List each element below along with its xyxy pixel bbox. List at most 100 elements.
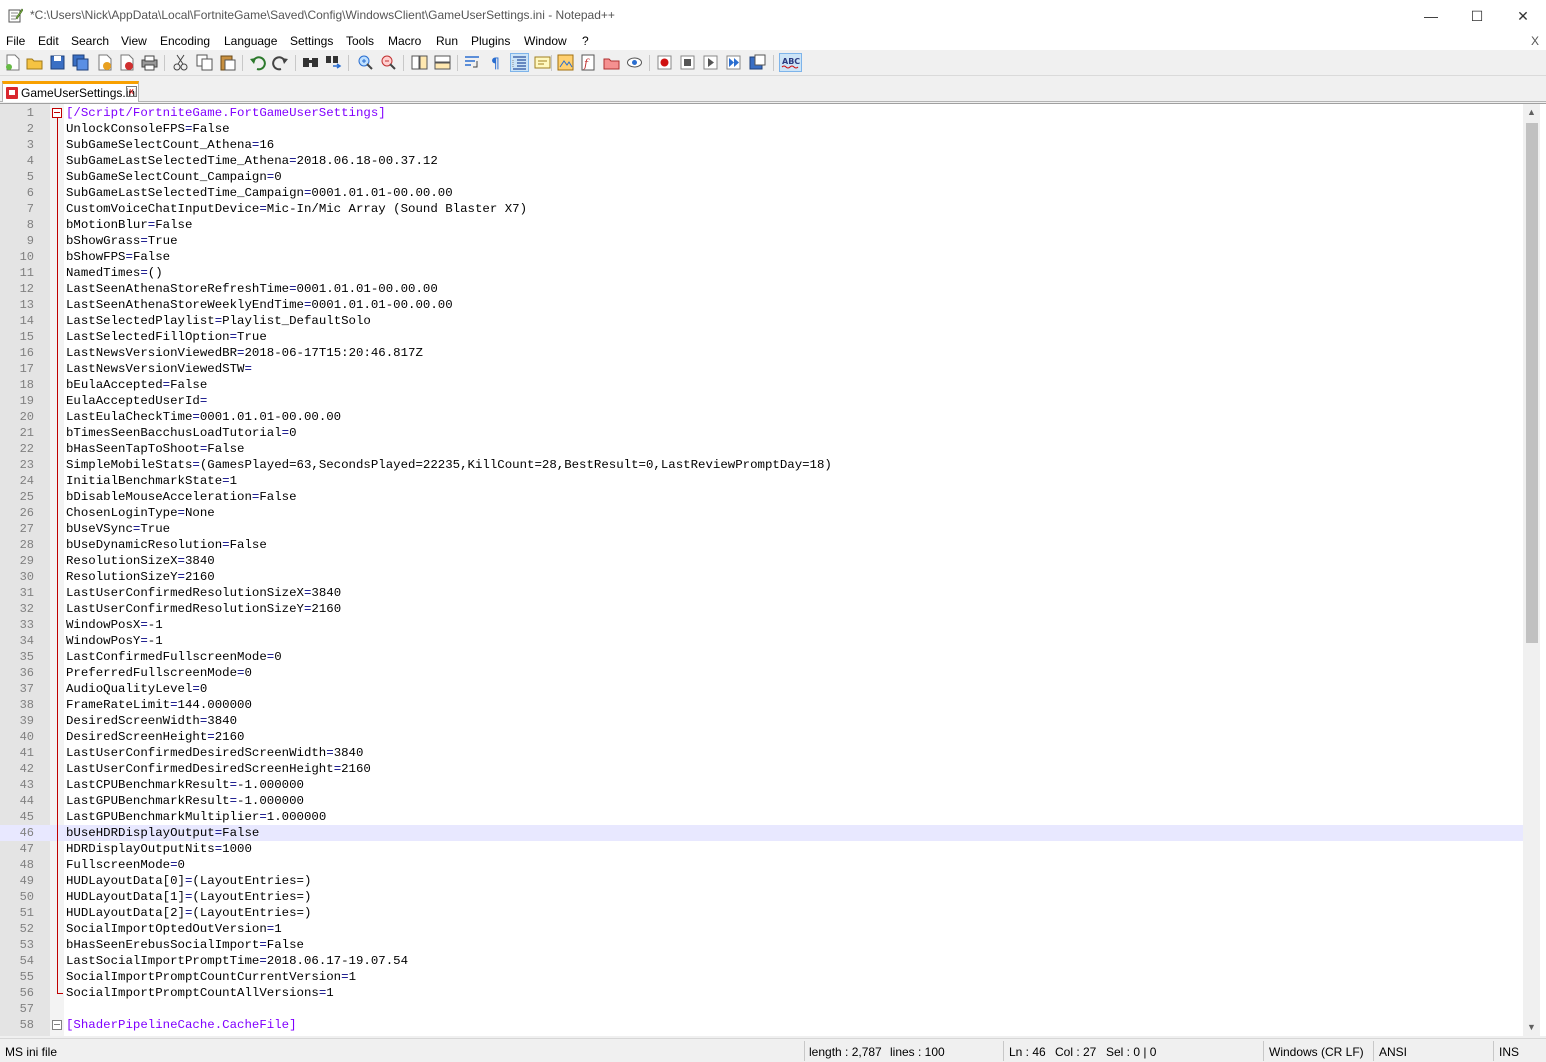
menu-run[interactable]: Run (436, 34, 458, 48)
code-line[interactable]: 33 WindowPosX=-1 (0, 617, 1524, 633)
code-line[interactable]: 27 bUseVSync=True (0, 521, 1524, 537)
code-line[interactable]: 48 FullscreenMode=0 (0, 857, 1524, 873)
copy-icon[interactable] (196, 54, 213, 71)
code-line[interactable]: 49 HUDLayoutData[0]=(LayoutEntries=) (0, 873, 1524, 889)
close-document-button[interactable]: X (1531, 34, 1539, 48)
code-line[interactable]: 1 [/Script/FortniteGame.FortGameUserSetti… (0, 105, 1524, 121)
code-line[interactable]: 10 bShowFPS=False (0, 249, 1524, 265)
code-line[interactable]: 20 LastEulaCheckTime=0001.01.01-00.00.00 (0, 409, 1524, 425)
code-line[interactable]: 44 LastGPUBenchmarkResult=-1.000000 (0, 793, 1524, 809)
close-window-button[interactable]: ✕ (1500, 0, 1546, 32)
editor-area[interactable]: 1 [/Script/FortniteGame.FortGameUserSetti… (0, 103, 1546, 1036)
code-line[interactable]: 55 SocialImportPromptCountCurrentVersion=… (0, 969, 1524, 985)
code-line[interactable]: 9 bShowGrass=True (0, 233, 1524, 249)
code-line[interactable]: 22 bHasSeenTapToShoot=False (0, 441, 1524, 457)
sync-vertical-icon[interactable] (411, 54, 428, 71)
menu-edit[interactable]: Edit (38, 34, 59, 48)
print-icon[interactable] (141, 54, 158, 71)
status-encoding[interactable]: ANSI (1379, 1045, 1407, 1059)
code-line[interactable]: 18 bEulaAccepted=False (0, 377, 1524, 393)
code-line[interactable]: 45 LastGPUBenchmarkMultiplier=1.000000 (0, 809, 1524, 825)
code-line[interactable]: 43 LastCPUBenchmarkResult=-1.000000 (0, 777, 1524, 793)
code-line[interactable]: 6 SubGameLastSelectedTime_Campaign=0001.0… (0, 185, 1524, 201)
user-language-icon[interactable] (534, 54, 551, 71)
code-line[interactable]: 3 SubGameSelectCount_Athena=16 (0, 137, 1524, 153)
code-line[interactable]: 16 LastNewsVersionViewedBR=2018-06-17T15:… (0, 345, 1524, 361)
menu-view[interactable]: View (121, 34, 147, 48)
vertical-scrollbar[interactable]: ▲ ▼ (1523, 104, 1540, 1036)
folder-workspace-icon[interactable] (603, 54, 620, 71)
code-line[interactable]: 32 LastUserConfirmedResolutionSizeY=2160 (0, 601, 1524, 617)
new-file-icon[interactable] (4, 54, 21, 71)
scroll-down-icon[interactable]: ▼ (1523, 1019, 1540, 1036)
tab-close-icon[interactable]: x (126, 86, 137, 97)
record-macro-icon[interactable] (656, 54, 673, 71)
code-line[interactable]: 21 bTimesSeenBacchusLoadTutorial=0 (0, 425, 1524, 441)
code-line[interactable]: 58 [ShaderPipelineCache.CacheFile] (0, 1017, 1524, 1033)
menu-tools[interactable]: Tools (346, 34, 374, 48)
save-icon[interactable] (49, 54, 66, 71)
code-line[interactable]: 35 LastConfirmedFullscreenMode=0 (0, 649, 1524, 665)
scrollbar-thumb[interactable] (1526, 123, 1538, 643)
menu-language[interactable]: Language (224, 34, 277, 48)
fold-toggle-icon[interactable] (52, 1020, 62, 1030)
menu-plugins[interactable]: Plugins (471, 34, 510, 48)
run-macro-multiple-icon[interactable] (725, 54, 742, 71)
code-line[interactable]: 54 LastSocialImportPromptTime=2018.06.17-… (0, 953, 1524, 969)
maximize-button[interactable]: ☐ (1454, 0, 1500, 32)
code-line[interactable]: 56 SocialImportPromptCountAllVersions=1 (0, 985, 1524, 1001)
code-line[interactable]: 7 CustomVoiceChatInputDevice=Mic-In/Mic A… (0, 201, 1524, 217)
redo-icon[interactable] (272, 54, 289, 71)
save-all-icon[interactable] (72, 54, 89, 71)
cut-icon[interactable] (172, 54, 189, 71)
zoom-in-icon[interactable] (357, 54, 374, 71)
word-wrap-icon[interactable] (464, 54, 481, 71)
code-line[interactable]: 34 WindowPosY=-1 (0, 633, 1524, 649)
spell-check-icon[interactable]: ABC (779, 53, 802, 72)
undo-icon[interactable] (249, 54, 266, 71)
minimize-button[interactable]: — (1408, 0, 1454, 32)
menu-macro[interactable]: Macro (388, 34, 421, 48)
code-line[interactable]: 17 LastNewsVersionViewedSTW= (0, 361, 1524, 377)
doc-map-icon[interactable] (557, 54, 574, 71)
code-line[interactable]: 36 PreferredFullscreenMode=0 (0, 665, 1524, 681)
find-icon[interactable] (302, 54, 319, 71)
play-macro-icon[interactable] (702, 54, 719, 71)
zoom-out-icon[interactable] (380, 54, 397, 71)
code-line[interactable]: 30 ResolutionSizeY=2160 (0, 569, 1524, 585)
code-line[interactable]: 51 HUDLayoutData[2]=(LayoutEntries=) (0, 905, 1524, 921)
menu-file[interactable]: File (6, 34, 25, 48)
code-line[interactable]: 57 (0, 1001, 1524, 1017)
close-icon[interactable] (96, 54, 113, 71)
replace-icon[interactable] (325, 54, 342, 71)
code-line[interactable]: 14 LastSelectedPlaylist=Playlist_DefaultS… (0, 313, 1524, 329)
code-line[interactable]: 8 bMotionBlur=False (0, 217, 1524, 233)
code-line[interactable]: 13 LastSeenAthenaStoreWeeklyEndTime=0001.… (0, 297, 1524, 313)
code-line[interactable]: 39 DesiredScreenWidth=3840 (0, 713, 1524, 729)
code-line[interactable]: 23 SimpleMobileStats=(GamesPlayed=63,Seco… (0, 457, 1524, 473)
code-line[interactable]: 53 bHasSeenErebusSocialImport=False (0, 937, 1524, 953)
save-macro-icon[interactable] (749, 54, 766, 71)
code-line[interactable]: 4 SubGameLastSelectedTime_Athena=2018.06.… (0, 153, 1524, 169)
close-all-icon[interactable] (118, 54, 135, 71)
code-line[interactable]: 40 DesiredScreenHeight=2160 (0, 729, 1524, 745)
code-line[interactable]: 47 HDRDisplayOutputNits=1000 (0, 841, 1524, 857)
code-line[interactable]: 38 FrameRateLimit=144.000000 (0, 697, 1524, 713)
sync-horizontal-icon[interactable] (434, 54, 451, 71)
menu-settings[interactable]: Settings (290, 34, 333, 48)
status-insert-mode[interactable]: INS (1499, 1045, 1519, 1059)
code-line[interactable]: 19 EulaAcceptedUserId= (0, 393, 1524, 409)
code-line[interactable]: 26 ChosenLoginType=None (0, 505, 1524, 521)
menu-help[interactable]: ? (582, 34, 589, 48)
monitoring-icon[interactable] (626, 54, 643, 71)
code-line[interactable]: 12 LastSeenAthenaStoreRefreshTime=0001.01… (0, 281, 1524, 297)
code-line[interactable]: 29 ResolutionSizeX=3840 (0, 553, 1524, 569)
menu-search[interactable]: Search (71, 34, 109, 48)
show-all-chars-icon[interactable]: ¶ (488, 54, 505, 71)
code-line[interactable]: 41 LastUserConfirmedDesiredScreenWidth=38… (0, 745, 1524, 761)
code-line[interactable]: 46 bUseHDRDisplayOutput=False (0, 825, 1524, 841)
code-line[interactable]: 2 UnlockConsoleFPS=False (0, 121, 1524, 137)
code-line[interactable]: 31 LastUserConfirmedResolutionSizeX=3840 (0, 585, 1524, 601)
code-line[interactable]: 52 SocialImportOptedOutVersion=1 (0, 921, 1524, 937)
menu-window[interactable]: Window (524, 34, 567, 48)
